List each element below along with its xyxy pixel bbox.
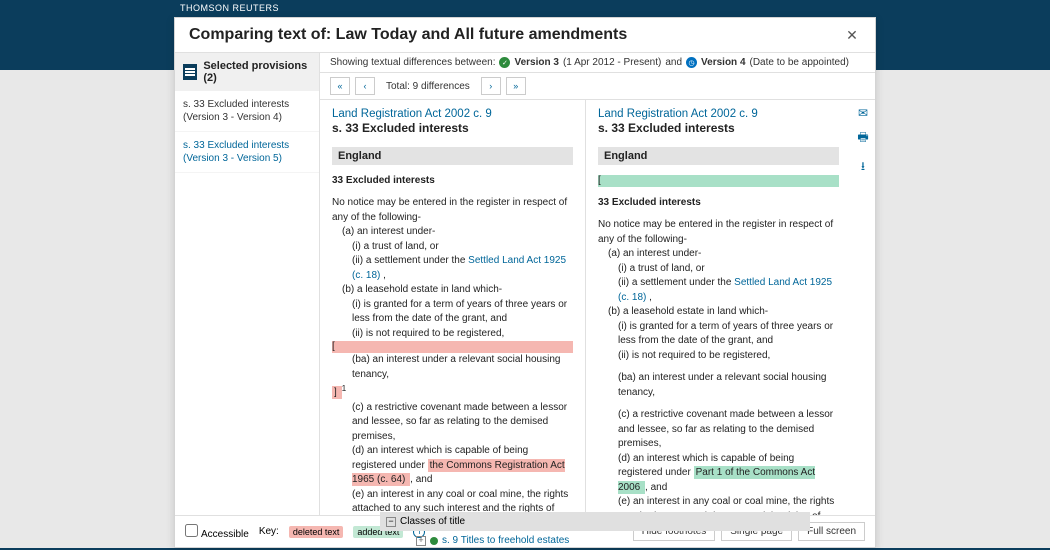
left-section-title: s. 33 Excluded interests <box>332 121 573 135</box>
chevron-double-right-icon: » <box>513 81 518 91</box>
right-a-ii: (ii) a settlement under the Settled Land… <box>598 276 839 305</box>
sidebar: Selected provisions (2) s. 33 Excluded i… <box>175 53 320 515</box>
v3-range: (1 Apr 2012 - Present) <box>563 57 661 68</box>
expand-icon: + <box>416 536 426 546</box>
left-footnote-1: 1 <box>342 383 347 393</box>
next-diff-button[interactable]: › <box>481 77 501 95</box>
diff-total-label: Total: 9 differences <box>380 81 476 92</box>
v4-range: (Date to be appointed) <box>750 57 850 68</box>
right-column: Land Registration Act 2002 c. 9 s. 33 Ex… <box>585 100 851 515</box>
left-intro: No notice may be entered in the register… <box>332 196 573 225</box>
sidebar-item-v3v4[interactable]: s. 33 Excluded interests (Version 3 - Ve… <box>175 91 319 132</box>
left-england-bar: England <box>332 147 573 165</box>
compare-modal: Comparing text of: Law Today and All fut… <box>174 17 876 548</box>
compare-columns: Land Registration Act 2002 c. 9 s. 33 Ex… <box>320 100 851 515</box>
sidebar-item-v3v5[interactable]: s. 33 Excluded interests (Version 3 - Ve… <box>175 132 319 173</box>
check-icon: ✓ <box>499 57 510 68</box>
email-button[interactable]: ✉ <box>858 106 868 120</box>
diff-nav-row: « ‹ Total: 9 differences › » <box>320 73 875 100</box>
right-england-bar: England <box>598 147 839 165</box>
print-button[interactable]: 🖶 <box>857 128 868 149</box>
right-b-i: (i) is granted for a term of years of th… <box>598 320 839 349</box>
right-intro: No notice may be entered in the register… <box>598 218 839 247</box>
diff-info-row: Showing textual differences between: ✓ V… <box>320 53 875 73</box>
left-act-title: Land Registration Act 2002 c. 9 <box>332 108 573 120</box>
accessible-checkbox[interactable] <box>185 524 198 537</box>
left-a: (a) an interest under- <box>332 225 573 240</box>
info-prefix: Showing textual differences between: <box>330 57 495 68</box>
chevron-double-left-icon: « <box>337 81 342 91</box>
left-column: Land Registration Act 2002 c. 9 s. 33 Ex… <box>320 100 585 515</box>
left-d: (d) an interest which is capable of bein… <box>332 444 573 488</box>
left-c: (c) a restrictive covenant made between … <box>332 401 573 445</box>
right-b-ii: (ii) is not required to be registered, <box>598 349 839 364</box>
right-section-title: s. 33 Excluded interests <box>598 121 839 135</box>
left-red-close: ] 1 <box>332 382 573 401</box>
brand-text: THOMSON REUTERS <box>180 3 279 13</box>
sidebar-heading: Selected provisions (2) <box>175 53 319 91</box>
tree-label-classes: Classes of title <box>400 516 465 527</box>
left-a-i: (i) a trust of land, or <box>332 240 573 255</box>
v4-label: Version 4 <box>701 57 745 68</box>
modal-title: Comparing text of: Law Today and All fut… <box>189 26 627 44</box>
left-b: (b) a leasehold estate in land which- <box>332 283 573 298</box>
prev-diff-button[interactable]: ‹ <box>355 77 375 95</box>
clock-icon: ◷ <box>686 57 697 68</box>
key-label: Key: <box>259 526 279 537</box>
sidebar-heading-text: Selected provisions (2) <box>203 60 311 84</box>
left-a-ii: (ii) a settlement under the Settled Land… <box>332 254 573 283</box>
left-ba: (ba) an interest under a relevant social… <box>332 353 573 382</box>
right-green-open-bar: [ <box>598 175 839 187</box>
right-ba: (ba) an interest under a relevant social… <box>598 371 839 400</box>
last-diff-button[interactable]: » <box>506 77 526 95</box>
link-s9-titles[interactable]: s. 9 Titles to freehold estates <box>442 535 569 546</box>
download-icon: ⭳ <box>861 159 865 173</box>
left-prov-body: No notice may be entered in the register… <box>332 196 573 515</box>
right-d: (d) an interest which is capable of bein… <box>598 452 839 496</box>
print-icon: 🖶 <box>857 130 868 144</box>
v3-label: Version 3 <box>514 57 558 68</box>
background-tree: − Classes of title + s. 9 Titles to free… <box>380 512 810 550</box>
right-c: (c) a restrictive covenant made between … <box>598 408 839 452</box>
modal-body: Selected provisions (2) s. 33 Excluded i… <box>175 53 875 515</box>
accessible-toggle[interactable]: Accessible <box>185 524 249 540</box>
chevron-right-icon: › <box>489 81 492 91</box>
modal-header: Comparing text of: Law Today and All fut… <box>175 18 875 53</box>
main-content: Showing textual differences between: ✓ V… <box>320 53 875 515</box>
tree-classes-of-title[interactable]: − Classes of title <box>380 512 810 531</box>
right-b: (b) a leasehold estate in land which- <box>598 305 839 320</box>
list-icon <box>183 64 197 80</box>
right-a: (a) an interest under- <box>598 247 839 262</box>
download-button[interactable]: ⭳ <box>861 157 865 178</box>
close-icon: ✕ <box>846 27 858 44</box>
right-sec-heading: 33 Excluded interests <box>598 197 839 208</box>
collapse-icon: − <box>386 517 396 527</box>
right-act-title: Land Registration Act 2002 c. 9 <box>598 108 839 120</box>
left-red-open-bar: [ <box>332 341 573 353</box>
left-e: (e) an interest in any coal or coal mine… <box>332 488 573 515</box>
right-prov-body: No notice may be entered in the register… <box>598 218 839 515</box>
tree-item-s9[interactable]: + s. 9 Titles to freehold estates <box>380 531 810 550</box>
close-button[interactable]: ✕ <box>843 26 861 44</box>
action-icon-rail: ✉ 🖶 ⭳ <box>851 100 875 515</box>
left-b-i: (i) is granted for a term of years of th… <box>332 298 573 327</box>
status-dot-icon <box>430 537 438 545</box>
key-deleted: deleted text <box>289 526 344 538</box>
info-and: and <box>665 57 682 68</box>
left-sec-heading: 33 Excluded interests <box>332 175 573 186</box>
email-icon: ✉ <box>858 106 868 120</box>
first-diff-button[interactable]: « <box>330 77 350 95</box>
left-b-ii: (ii) is not required to be registered, <box>332 327 573 342</box>
right-a-i: (i) a trust of land, or <box>598 262 839 277</box>
compare-area: Land Registration Act 2002 c. 9 s. 33 Ex… <box>320 100 875 515</box>
brand-bar: THOMSON REUTERS <box>0 0 1050 17</box>
chevron-left-icon: ‹ <box>364 81 367 91</box>
